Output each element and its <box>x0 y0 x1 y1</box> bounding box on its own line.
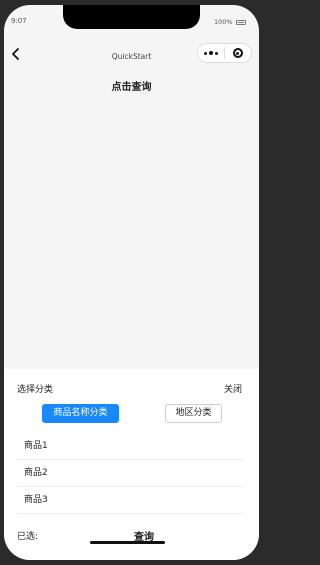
sheet-title: 选择分类 <box>17 385 54 395</box>
home-indicator <box>90 541 165 544</box>
notch <box>63 5 200 29</box>
more-dots-icon[interactable] <box>198 51 224 55</box>
close-button[interactable]: 关闭 <box>224 382 242 395</box>
capsule-menu <box>197 43 252 63</box>
battery-percent: 100% <box>214 18 233 26</box>
list-item[interactable]: 商品2 <box>17 460 245 487</box>
selected-label: 已选: <box>17 532 39 542</box>
phone-screen: 9:07 100% QuickStart 点击查询 选择分类 关闭 商品名称分类… <box>4 5 259 560</box>
status-time: 9:07 <box>11 17 27 25</box>
nav-bar: QuickStart <box>4 39 259 69</box>
target-icon[interactable] <box>225 48 251 58</box>
battery-icon <box>235 19 246 25</box>
category-sheet: 选择分类 关闭 商品名称分类 地区分类 商品1 商品2 商品3 已选: 查询 <box>4 369 259 560</box>
list-item[interactable]: 商品1 <box>17 433 245 460</box>
category-button-product-name[interactable]: 商品名称分类 <box>42 404 119 423</box>
status-right: 100% <box>214 18 246 26</box>
category-button-region[interactable]: 地区分类 <box>165 404 222 423</box>
click-query-button[interactable]: 点击查询 <box>4 78 259 93</box>
list-item[interactable]: 商品3 <box>17 487 245 514</box>
